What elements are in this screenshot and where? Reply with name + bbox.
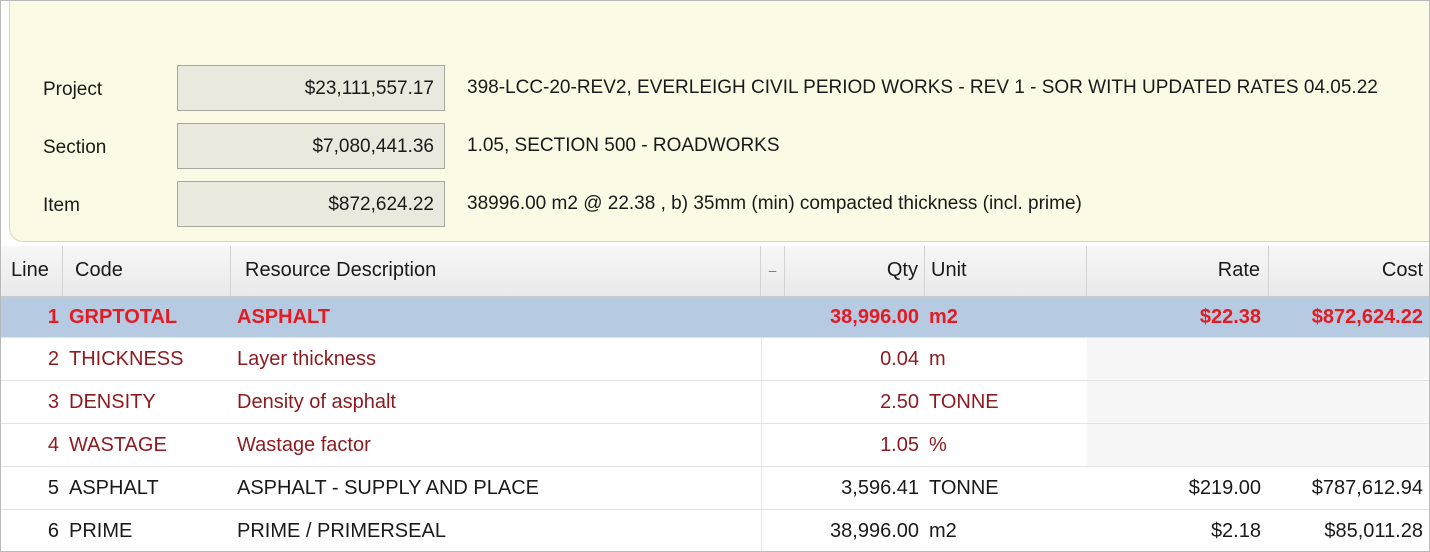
- estimate-window: Project $23,111,557.17 398-LCC-20-REV2, …: [0, 0, 1430, 552]
- table-row[interactable]: 1 GRPTOTAL ASPHALT 38,996.00 m2 $22.38 $…: [1, 297, 1429, 338]
- row-code: ASPHALT: [69, 476, 159, 499]
- row-description: Wastage factor: [237, 433, 371, 456]
- item-summary-row: Item $872,624.22 38996.00 m2 @ 22.38 , b…: [10, 181, 1429, 231]
- row-cost: [1269, 424, 1423, 466]
- project-summary-row: Project $23,111,557.17 398-LCC-20-REV2, …: [10, 65, 1429, 115]
- row-qty: 3,596.41: [841, 476, 919, 499]
- project-description: 398-LCC-20-REV2, EVERLEIGH CIVIL PERIOD …: [467, 77, 1378, 98]
- row-description: PRIME / PRIMERSEAL: [237, 519, 446, 542]
- row-rate: $2.18: [1210, 519, 1261, 542]
- summary-panel: Project $23,111,557.17 398-LCC-20-REV2, …: [9, 1, 1429, 242]
- column-header-code[interactable]: Code: [63, 246, 231, 296]
- row-qty: 38,996.00: [830, 305, 919, 328]
- row-description: ASPHALT - SUPPLY AND PLACE: [237, 476, 539, 499]
- row-unit: m2: [929, 519, 957, 542]
- row-rate: [1087, 381, 1261, 423]
- row-cost: $85,011.28: [1324, 519, 1423, 542]
- resource-grid: Line Code Resource Description ̶ Qty Uni…: [1, 246, 1429, 551]
- section-total-field[interactable]: $7,080,441.36: [177, 123, 445, 169]
- row-rate: [1087, 424, 1261, 466]
- row-rate: [1087, 338, 1261, 380]
- row-description: Density of asphalt: [237, 390, 396, 413]
- section-description: 1.05, SECTION 500 - ROADWORKS: [467, 135, 780, 156]
- row-qty: 2.50: [880, 390, 919, 413]
- row-code: THICKNESS: [69, 347, 184, 370]
- row-code: WASTAGE: [69, 433, 167, 456]
- row-rate: $219.00: [1188, 476, 1261, 499]
- row-line: 2: [47, 347, 59, 370]
- row-code: DENSITY: [69, 390, 156, 413]
- row-cost: [1269, 381, 1423, 423]
- column-header-qty[interactable]: Qty: [785, 246, 925, 296]
- section-label: Section: [43, 137, 107, 158]
- row-line: 3: [47, 390, 59, 413]
- table-row[interactable]: 2 THICKNESS Layer thickness 0.04 m: [1, 338, 1429, 381]
- column-divider: [761, 338, 762, 380]
- row-cost: [1269, 338, 1423, 380]
- row-unit: TONNE: [929, 476, 999, 499]
- row-description: Layer thickness: [237, 347, 376, 370]
- row-cost: $787,612.94: [1311, 476, 1423, 499]
- table-row[interactable]: 6 PRIME PRIME / PRIMERSEAL 38,996.00 m2 …: [1, 510, 1429, 551]
- row-description: ASPHALT: [237, 305, 330, 328]
- item-total-field[interactable]: $872,624.22: [177, 181, 445, 227]
- row-qty: 0.04: [880, 347, 919, 370]
- table-row[interactable]: 5 ASPHALT ASPHALT - SUPPLY AND PLACE 3,5…: [1, 467, 1429, 510]
- row-qty: 38,996.00: [830, 519, 919, 542]
- row-line: 5: [47, 476, 59, 499]
- row-cost: $872,624.22: [1311, 305, 1423, 328]
- row-unit: TONNE: [929, 390, 999, 413]
- column-divider: [761, 467, 762, 509]
- row-line: 4: [47, 433, 59, 456]
- row-unit: m: [929, 347, 946, 370]
- row-unit: %: [929, 433, 947, 456]
- row-line: 1: [47, 305, 59, 328]
- project-label: Project: [43, 79, 103, 100]
- column-header-rate[interactable]: Rate: [1087, 246, 1269, 296]
- column-divider: [761, 510, 762, 551]
- table-row[interactable]: 4 WASTAGE Wastage factor 1.05 %: [1, 424, 1429, 467]
- row-code: PRIME: [69, 519, 133, 542]
- row-line: 6: [47, 519, 59, 542]
- column-header-cost[interactable]: Cost: [1269, 246, 1429, 296]
- column-header-unit[interactable]: Unit: [925, 246, 1087, 296]
- column-divider: [761, 424, 762, 466]
- row-qty: 1.05: [880, 433, 919, 456]
- table-row[interactable]: 3 DENSITY Density of asphalt 2.50 TONNE: [1, 381, 1429, 424]
- row-rate: $22.38: [1199, 305, 1261, 328]
- item-description: 38996.00 m2 @ 22.38 , b) 35mm (min) comp…: [467, 193, 1082, 214]
- column-resize-marker[interactable]: ̶: [761, 246, 785, 296]
- section-summary-row: Section $7,080,441.36 1.05, SECTION 500 …: [10, 123, 1429, 173]
- column-header-line[interactable]: Line: [1, 246, 63, 296]
- project-total-field[interactable]: $23,111,557.17: [177, 65, 445, 111]
- column-divider: [761, 381, 762, 423]
- column-header-resource-description[interactable]: Resource Description: [231, 246, 761, 296]
- grid-header: Line Code Resource Description ̶ Qty Uni…: [1, 246, 1429, 297]
- row-unit: m2: [929, 305, 958, 328]
- row-code: GRPTOTAL: [69, 305, 178, 328]
- item-label: Item: [43, 195, 80, 216]
